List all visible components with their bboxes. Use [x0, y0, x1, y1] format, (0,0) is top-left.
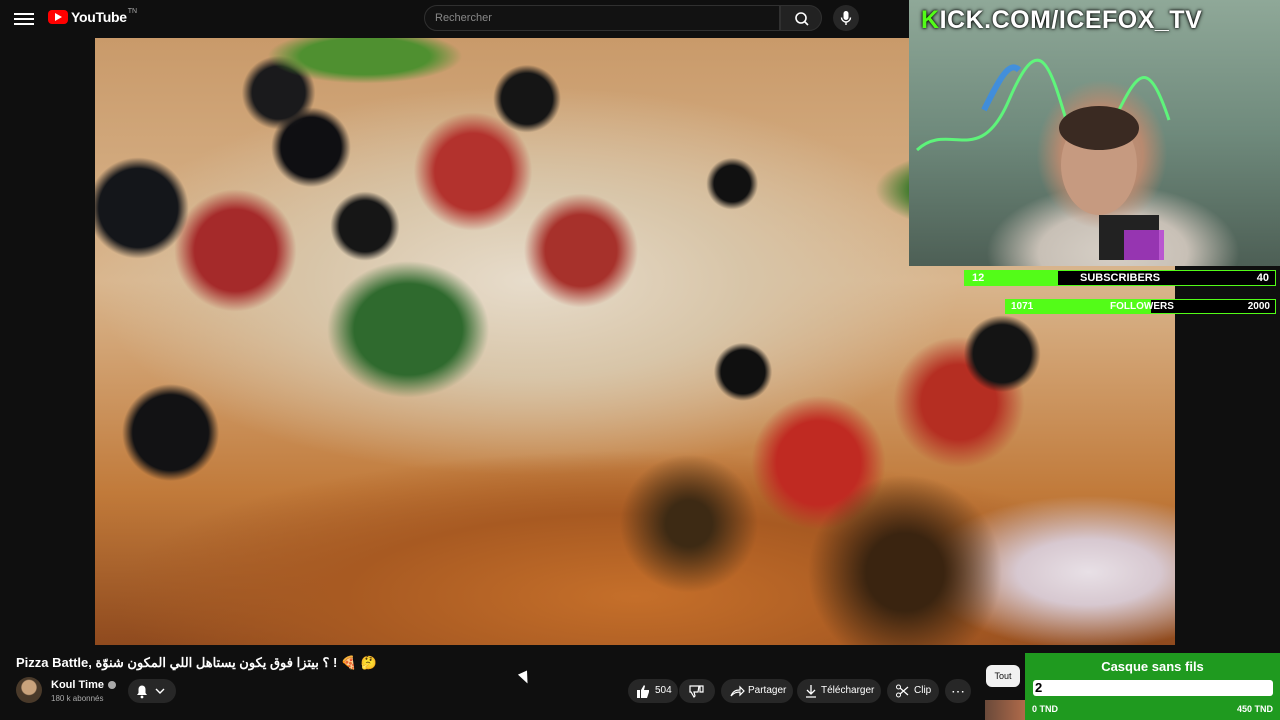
share-button[interactable]: Partager — [721, 679, 793, 703]
search-input[interactable]: Rechercher — [424, 5, 780, 31]
bell-icon — [137, 685, 165, 699]
more-icon: ⋯ — [951, 683, 965, 699]
logo-text: YouTube — [71, 9, 127, 25]
download-icon — [806, 685, 816, 698]
verified-icon — [107, 681, 116, 690]
clip-button[interactable]: Clip — [887, 679, 939, 703]
kick-k-letter: K — [921, 6, 940, 34]
donation-goal-widget: Casque sans fils 2 0 TND 450 TND — [1025, 653, 1280, 720]
channel-name[interactable]: Koul Time — [51, 679, 116, 691]
kick-url-rest: ICK.COM/ICEFOX_TV — [939, 6, 1203, 34]
donation-item-name: Casque sans fils — [1101, 659, 1204, 674]
subscribers-goal: 40 — [1256, 272, 1269, 284]
channel-avatar[interactable] — [16, 677, 42, 703]
menu-icon[interactable] — [14, 10, 34, 28]
youtube-header: YouTube TN Rechercher — [0, 0, 910, 38]
subscribers-label: SUBSCRIBERS — [1080, 272, 1161, 284]
followers-current: 1071 — [1011, 301, 1034, 312]
download-label: Télécharger — [821, 685, 875, 696]
neon-sign — [915, 58, 1171, 260]
kick-channel-url: KICK.COM/ICEFOX_TV — [921, 6, 1202, 35]
more-actions-button[interactable]: ⋯ — [945, 679, 971, 703]
youtube-play-icon — [48, 10, 68, 24]
followers-label: FOLLOWERS — [1110, 301, 1174, 312]
donation-progress-bar: 2 — [1033, 680, 1273, 696]
webcam-overlay: KICK.COM/ICEFOX_TV — [909, 0, 1280, 266]
channel-name-text: Koul Time — [51, 679, 104, 691]
search-button[interactable] — [780, 5, 822, 31]
download-button[interactable]: Télécharger — [797, 679, 881, 703]
voice-search-button[interactable] — [833, 5, 859, 31]
logo-country: TN — [127, 7, 138, 15]
video-title: Pizza Battle, ؟ بيتزا فوق يكون يستاهل ال… — [16, 655, 377, 670]
filter-chip-all[interactable]: Tout — [986, 665, 1020, 687]
share-icon — [730, 685, 745, 697]
thumbs-down-icon — [689, 685, 704, 698]
thumbs-up-icon — [637, 685, 649, 698]
followers-goal: 2000 — [1247, 301, 1270, 312]
like-button[interactable]: 504 — [628, 679, 678, 703]
subscribers-goal-bar: 12 SUBSCRIBERS 40 — [964, 270, 1276, 286]
share-label: Partager — [748, 685, 787, 696]
donation-current: 2 — [1035, 680, 1043, 695]
donation-max: 450 TND — [1236, 704, 1273, 714]
mic-icon — [840, 11, 852, 25]
like-count: 504 — [655, 685, 672, 696]
recommended-thumbnail[interactable] — [985, 700, 1025, 720]
clip-label: Clip — [914, 685, 932, 696]
video-info: Pizza Battle, ؟ بيتزا فوق يكون يستاهل ال… — [0, 645, 980, 720]
subscribers-current: 12 — [972, 272, 985, 284]
youtube-logo[interactable]: YouTube TN — [48, 7, 138, 25]
scissors-icon — [896, 684, 909, 698]
notification-bell-button[interactable] — [128, 679, 176, 703]
followers-goal-bar: 1071 FOLLOWERS 2000 — [1005, 299, 1276, 314]
subscriber-count: 180 k abonnés — [51, 694, 104, 703]
search-icon — [795, 12, 809, 26]
donation-min: 0 TND — [1032, 704, 1059, 714]
dislike-button[interactable] — [679, 679, 715, 703]
